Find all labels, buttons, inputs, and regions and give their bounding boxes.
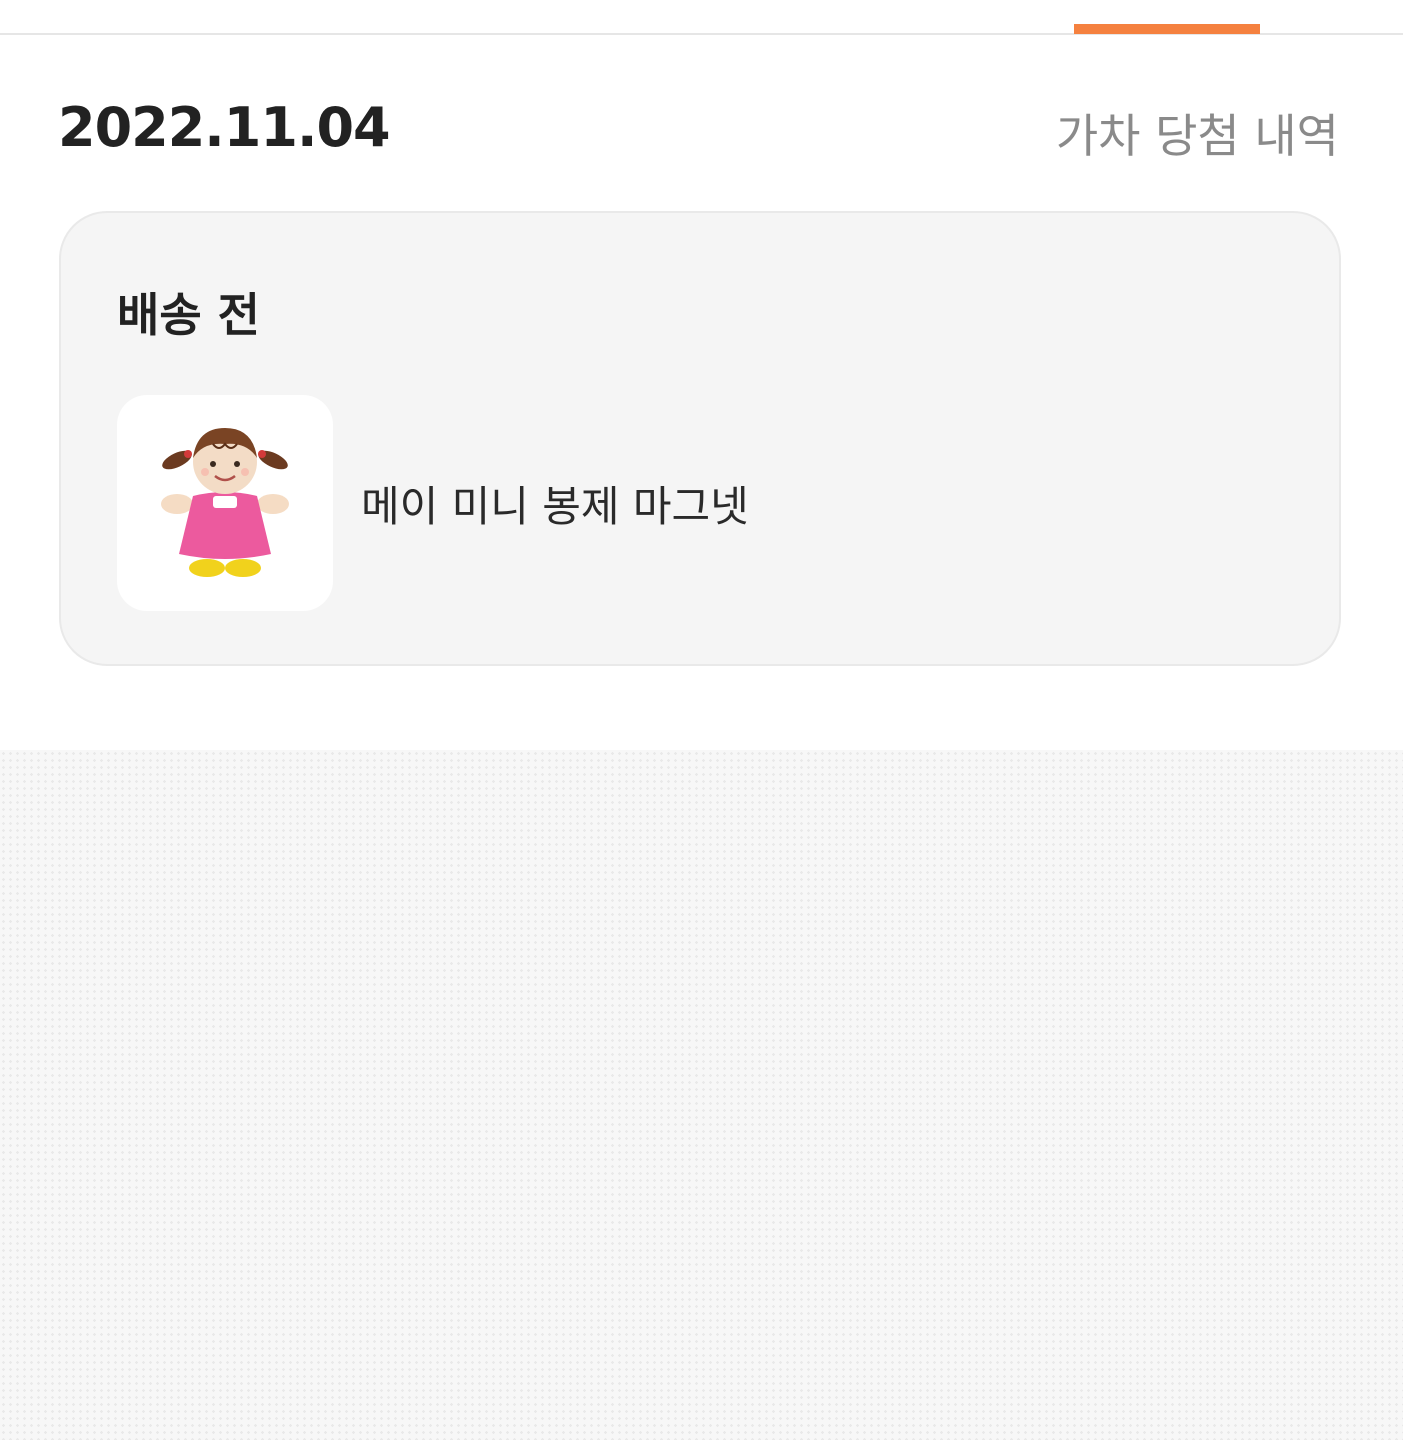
prize-list-item[interactable]: 메이 미니 봉제 마그넷 <box>117 395 1277 611</box>
doll-plush-icon <box>161 428 289 577</box>
gacha-win-history-link[interactable]: 가차 당첨 내역 <box>1056 100 1339 166</box>
empty-background-area <box>0 750 1403 1440</box>
delivery-group-card: 배송 전 메이 미니 봉제 마그넷 <box>59 211 1341 666</box>
prize-name: 메이 미니 봉제 마그넷 <box>361 481 749 531</box>
active-tab-indicator <box>1074 24 1260 34</box>
prize-thumbnail <box>117 395 333 611</box>
delivery-status-label: 배송 전 <box>117 288 260 342</box>
top-tab-strip <box>0 0 1403 35</box>
date-heading: 2022.11.04 <box>58 96 391 159</box>
